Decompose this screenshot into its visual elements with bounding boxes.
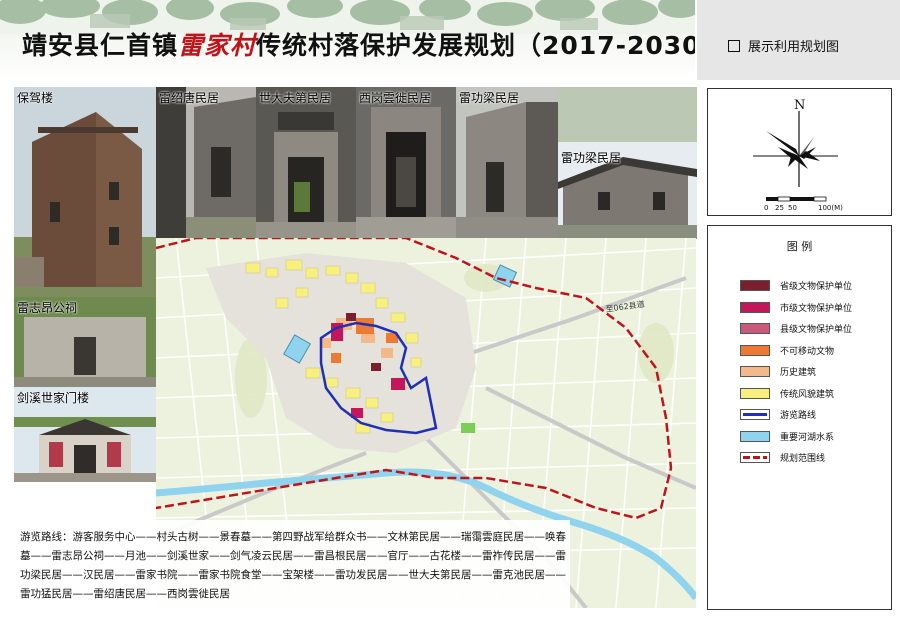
legend-item: 县级文物保护单位	[708, 323, 891, 337]
legend-swatch	[740, 366, 770, 377]
photo-baojia-tower: 保驾楼	[14, 87, 156, 297]
legend-label: 历史建筑	[780, 368, 817, 378]
legend-item: 省级文物保护单位	[708, 280, 891, 294]
north-label: N	[794, 98, 805, 113]
title-prefix: 靖安县仁首镇	[22, 31, 179, 60]
scale-label-0: 0	[764, 204, 768, 212]
photo-label: 剑溪世家门楼	[17, 391, 90, 405]
legend-swatch	[740, 301, 770, 313]
legend-label: 不可移动文物	[780, 346, 835, 357]
compass-panel: N 0 25 50 100(M)	[707, 88, 892, 216]
scale-label-25: 25	[775, 204, 784, 212]
photo-label: 世大夫第民居	[259, 91, 332, 105]
title-bar: 靖安县仁首镇雷家村传统村落保护发展规划（2017-2030）	[0, 0, 695, 80]
legend-swatch	[740, 452, 770, 463]
tour-route-description: 游览路线：游客服务中心——村头古树——景春墓——第四野战军给群众书——文林第民居…	[20, 531, 566, 600]
photo-label: 西岗雲徙民居	[359, 91, 432, 105]
photo-xigang-house: 西岗雲徙民居	[356, 87, 456, 239]
legend-item: 市级文物保护单位	[708, 301, 891, 316]
subtitle-text: 展示利用规划图	[748, 40, 840, 55]
legend-item: 重要河湖水系	[708, 430, 891, 445]
compass-graphic: N 0 25 50 100(M)	[753, 98, 843, 212]
legend-swatch	[740, 280, 770, 291]
title-suffix: 传统村落保护发展规划（2017-2030）	[256, 31, 695, 60]
photo-image	[256, 87, 356, 239]
photo-image	[156, 87, 256, 239]
legend-item: 历史建筑	[708, 366, 891, 380]
legend-swatch	[740, 430, 770, 442]
legend-swatch	[740, 323, 770, 334]
legend-item: 规划范围线	[708, 452, 891, 466]
photo-label: 雷功梁民居	[459, 91, 520, 105]
scale-label-100: 100(M)	[818, 204, 843, 212]
checkbox-square-icon	[728, 40, 740, 52]
photo-lei-shaotang-house: 雷绍唐民居	[156, 87, 256, 239]
legend-item: 传统风貌建筑	[708, 387, 891, 402]
title-village-name: 雷家村	[178, 31, 257, 60]
legend-label: 县级文物保护单位	[780, 325, 853, 335]
photo-shidafu-house: 世大夫第民居	[256, 87, 356, 239]
legend-label: 规划范围线	[780, 454, 826, 464]
page: 靖安县仁首镇雷家村传统村落保护发展规划（2017-2030） 展示利用规划图 保…	[0, 0, 900, 618]
photo-label: 雷志昂公祠	[17, 301, 78, 315]
legend-label: 省级文物保护单位	[780, 282, 853, 292]
photo-lei-zhiang-ancestral-hall: 雷志昂公祠	[14, 297, 156, 387]
photo-label: 雷功梁民居	[561, 151, 622, 165]
page-title: 靖安县仁首镇雷家村传统村落保护发展规划（2017-2030）	[22, 26, 695, 62]
photo-label: 保驾楼	[17, 91, 54, 105]
legend-swatch	[740, 387, 770, 399]
legend-item: 游览路线	[708, 409, 891, 423]
legend-label: 传统风貌建筑	[780, 389, 835, 400]
legend-item: 不可移动文物	[708, 344, 891, 359]
photo-label: 雷绍唐民居	[159, 91, 220, 105]
legend-swatch	[740, 344, 770, 356]
scale-label-50: 50	[788, 204, 797, 212]
photo-image	[14, 87, 156, 297]
legend-label: 重要河湖水系	[780, 432, 835, 443]
drawing-subtitle: 展示利用规划图	[728, 36, 839, 55]
legend-swatch	[740, 409, 770, 420]
photo-lei-gongliang-house-1: 雷功梁民居	[456, 87, 558, 239]
legend-title: 图 例	[786, 240, 813, 253]
legend-label: 市级文物保护单位	[780, 303, 853, 314]
photo-image	[456, 87, 558, 239]
photo-lei-gongliang-house-2: 雷功梁民居	[558, 87, 697, 239]
photo-jianxi-gate-tower: 剑溪世家门楼	[14, 387, 156, 482]
photo-image	[356, 87, 456, 239]
legend-label: 游览路线	[780, 411, 817, 421]
legend-panel: 图 例 省级文物保护单位 市级文物保护单位 县级文物保护单位 不可移动文物 历史建筑传统…	[707, 225, 892, 610]
